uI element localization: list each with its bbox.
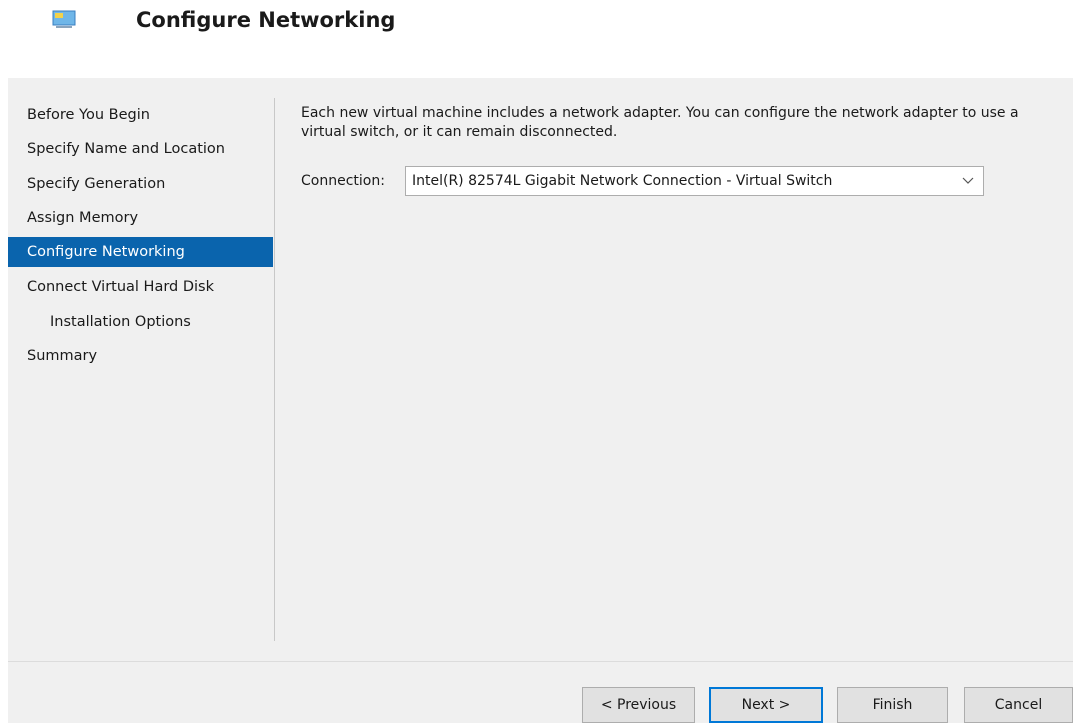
main-content: Each new virtual machine includes a netw… <box>301 104 1071 196</box>
nav-item-label: Configure Networking <box>27 244 185 260</box>
monitor-icon <box>52 10 76 28</box>
finish-button[interactable]: Finish <box>837 687 948 723</box>
nav-item-installation-options[interactable]: Installation Options <box>8 307 273 337</box>
chevron-down-icon <box>962 177 974 184</box>
nav-item-specify-name-and-location[interactable]: Specify Name and Location <box>8 134 273 164</box>
connection-label: Connection: <box>301 173 385 189</box>
wizard-header: Configure Networking <box>0 0 1073 78</box>
connection-dropdown[interactable]: Intel(R) 82574L Gigabit Network Connecti… <box>405 166 984 196</box>
connection-row: Connection: Intel(R) 82574L Gigabit Netw… <box>301 166 1001 198</box>
description-line-1: Each new virtual machine includes a netw… <box>301 105 1019 121</box>
page-title: Configure Networking <box>136 8 396 32</box>
previous-button[interactable]: < Previous <box>582 687 695 723</box>
nav-item-connect-virtual-hard-disk[interactable]: Connect Virtual Hard Disk <box>8 272 273 302</box>
nav-item-summary[interactable]: Summary <box>8 341 273 371</box>
description-line-2: virtual switch, or it can remain disconn… <box>301 124 618 140</box>
next-button[interactable]: Next > <box>709 687 823 723</box>
wizard-footer: < Previous Next > Finish Cancel <box>8 661 1073 723</box>
wizard-body: Before You Begin Specify Name and Locati… <box>8 78 1073 661</box>
nav-item-label: Summary <box>27 348 98 364</box>
cancel-button[interactable]: Cancel <box>964 687 1073 723</box>
nav-item-specify-generation[interactable]: Specify Generation <box>8 169 273 199</box>
nav-item-assign-memory[interactable]: Assign Memory <box>8 203 273 233</box>
step-navigation: Before You Begin Specify Name and Locati… <box>8 78 273 661</box>
nav-item-label: Before You Begin <box>27 107 150 123</box>
nav-item-label: Assign Memory <box>27 210 139 226</box>
nav-divider <box>274 98 275 641</box>
nav-item-configure-networking[interactable]: Configure Networking <box>8 237 273 267</box>
connection-value: Intel(R) 82574L Gigabit Network Connecti… <box>412 173 833 189</box>
nav-item-label: Connect Virtual Hard Disk <box>27 279 215 295</box>
description-text: Each new virtual machine includes a netw… <box>301 104 1071 142</box>
nav-item-label: Specify Name and Location <box>27 141 225 157</box>
nav-item-before-you-begin[interactable]: Before You Begin <box>8 100 273 130</box>
nav-item-label: Installation Options <box>50 314 191 330</box>
nav-item-label: Specify Generation <box>27 176 166 192</box>
